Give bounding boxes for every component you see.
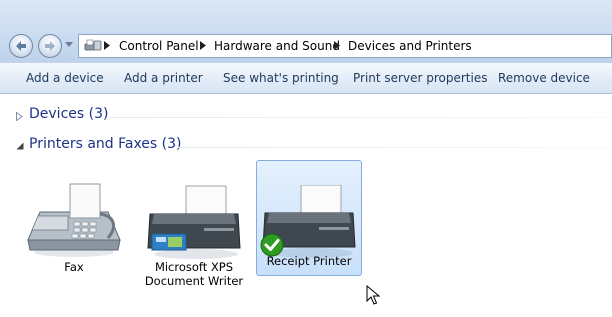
expand-arrow-icon[interactable] <box>16 112 23 121</box>
devices-printers-icon <box>84 39 102 51</box>
breadcrumb-hardware-and-sound[interactable]: Hardware and Sound <box>214 39 340 53</box>
breadcrumb-control-panel[interactable]: Control Panel <box>119 39 199 53</box>
collapse-arrow-icon[interactable] <box>16 142 24 150</box>
group-divider <box>110 117 608 118</box>
group-header-devices[interactable]: Devices (3) <box>0 106 612 128</box>
forward-arrow-icon <box>45 41 55 51</box>
group-title-printers: Printers and Faxes (3) <box>29 136 182 152</box>
device-label: Receipt Printer <box>266 254 352 268</box>
see-whats-printing-button[interactable]: See what's printing <box>223 71 339 85</box>
group-header-printers[interactable]: Printers and Faxes (3) <box>0 136 612 158</box>
title-area: Control Panel Hardware and Sound Devices… <box>0 0 612 62</box>
breadcrumb-devices-and-printers[interactable]: Devices and Printers <box>348 39 472 53</box>
device-label: Fax <box>64 260 84 274</box>
group-title-devices: Devices (3) <box>29 106 109 122</box>
recent-pages-dropdown-icon[interactable] <box>65 42 73 48</box>
printer-icon <box>147 185 241 259</box>
back-button[interactable] <box>9 34 33 58</box>
device-tile-fax[interactable]: Fax <box>20 166 128 276</box>
fax-icon <box>27 183 121 257</box>
device-label-line2: Document Writer <box>144 274 244 288</box>
add-printer-button[interactable]: Add a printer <box>124 71 203 85</box>
remove-device-button[interactable]: Remove device <box>498 71 590 85</box>
back-arrow-icon <box>16 41 26 51</box>
add-device-button[interactable]: Add a device <box>26 71 104 85</box>
group-divider <box>178 147 608 148</box>
device-tile-receipt-printer[interactable]: Receipt Printer <box>256 160 362 276</box>
breadcrumb-separator-icon[interactable] <box>104 41 110 50</box>
print-server-properties-button[interactable]: Print server properties <box>353 71 487 85</box>
breadcrumb-separator-icon[interactable] <box>334 41 340 50</box>
content-pane: Devices (3) Printers and Faxes (3) Fax M… <box>0 94 612 317</box>
address-bar[interactable]: Control Panel Hardware and Sound Devices… <box>78 34 612 58</box>
mouse-cursor-icon <box>366 285 380 305</box>
breadcrumb-separator-icon[interactable] <box>200 41 206 50</box>
device-tile-microsoft-xps-document-writer[interactable]: Microsoft XPS Document Writer <box>136 166 252 288</box>
device-label-line1: Microsoft XPS <box>154 260 234 274</box>
command-bar: Add a device Add a printer See what's pr… <box>0 62 612 94</box>
forward-button[interactable] <box>38 34 62 58</box>
